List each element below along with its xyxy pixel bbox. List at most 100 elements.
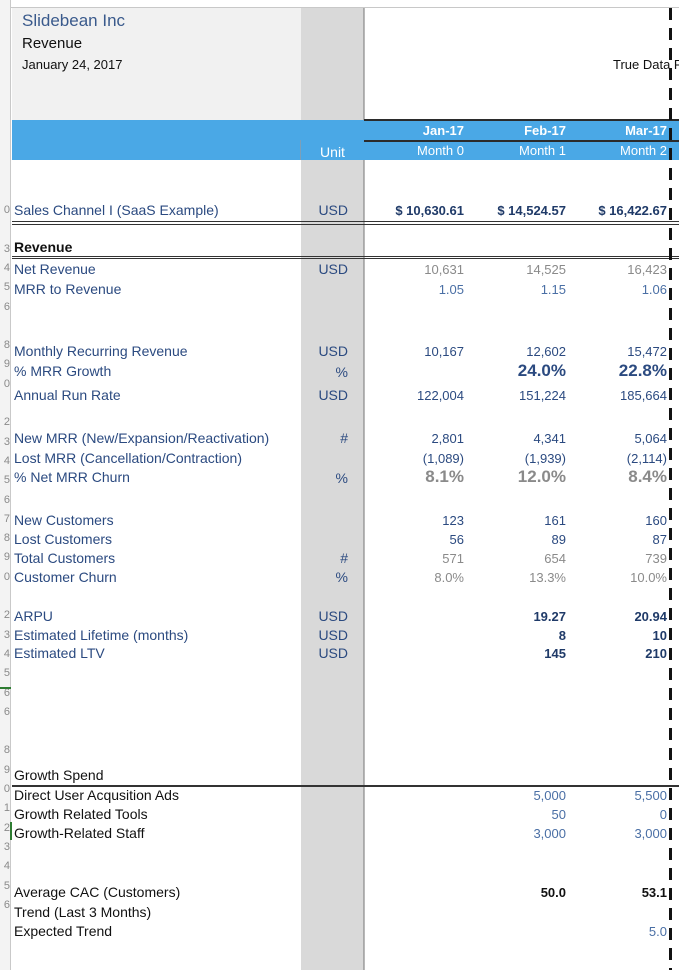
row-number[interactable]: 6 (0, 301, 10, 313)
total-customers-unit[interactable]: # (301, 550, 364, 566)
sales-channel-value[interactable]: $ 10,630.61 (364, 203, 464, 218)
tools-label[interactable]: Growth Related Tools (14, 806, 148, 822)
row-number[interactable]: 4 (0, 648, 10, 660)
row-number[interactable]: 7 (0, 513, 10, 525)
new-mrr-value[interactable]: 2,801 (364, 431, 464, 446)
arr-value[interactable]: 122,004 (364, 388, 464, 403)
staff-value[interactable]: 3,000 (567, 826, 667, 841)
lifetime-value[interactable]: 10 (567, 628, 667, 643)
sales-channel-label[interactable]: Sales Channel I (SaaS Example) (14, 202, 219, 218)
lost-customers-value[interactable]: 56 (364, 532, 464, 547)
row-number[interactable]: 9 (0, 764, 10, 776)
mrr-growth-value[interactable]: 22.8% (567, 361, 667, 381)
arr-label[interactable]: Annual Run Rate (14, 387, 121, 403)
lost-customers-value[interactable]: 87 (567, 532, 667, 547)
net-revenue-value[interactable]: 10,631 (364, 262, 464, 277)
row-number[interactable]: 8 (0, 339, 10, 351)
staff-value[interactable]: 3,000 (466, 826, 566, 841)
arr-unit[interactable]: USD (301, 387, 364, 403)
row-number[interactable]: 5 (0, 880, 10, 892)
ltv-label[interactable]: Estimated LTV (14, 645, 105, 661)
net-mrr-churn-value[interactable]: 8.1% (364, 467, 464, 487)
tools-value[interactable]: 50 (466, 807, 566, 822)
row-number[interactable]: 8 (0, 744, 10, 756)
growth-spend-label[interactable]: Growth Spend (14, 767, 104, 783)
customer-churn-value[interactable]: 13.3% (466, 570, 566, 585)
row-number[interactable]: 0 (0, 204, 10, 216)
lifetime-label[interactable]: Estimated Lifetime (months) (14, 627, 188, 643)
ltv-value[interactable]: 210 (567, 646, 667, 661)
net-mrr-churn-label[interactable]: % Net MRR Churn (14, 469, 130, 485)
tools-value[interactable]: 0 (567, 807, 667, 822)
mrr-to-revenue-value[interactable]: 1.15 (466, 282, 566, 297)
net-mrr-churn-value[interactable]: 12.0% (466, 467, 566, 487)
mrr-value[interactable]: 10,167 (364, 344, 464, 359)
mrr-growth-label[interactable]: % MRR Growth (14, 363, 111, 379)
month-index-header[interactable]: Month 0 (364, 143, 464, 158)
arpu-value[interactable]: 19.27 (466, 609, 566, 624)
mrr-to-revenue-label[interactable]: MRR to Revenue (14, 281, 121, 297)
unit-header[interactable]: Unit (301, 144, 364, 160)
lost-mrr-value[interactable]: (1,939) (466, 451, 566, 466)
customer-churn-unit[interactable]: % (301, 569, 364, 585)
company-name[interactable]: Slidebean Inc (22, 11, 125, 31)
customer-churn-value[interactable]: 10.0% (567, 570, 667, 585)
lost-customers-value[interactable]: 89 (466, 532, 566, 547)
arr-value[interactable]: 151,224 (466, 388, 566, 403)
ads-label[interactable]: Direct User Acqusition Ads (14, 787, 179, 803)
total-customers-value[interactable]: 739 (567, 551, 667, 566)
ltv-unit[interactable]: USD (301, 645, 364, 661)
new-customers-value[interactable]: 161 (466, 513, 566, 528)
new-customers-value[interactable]: 123 (364, 513, 464, 528)
expected-trend-value[interactable]: 5.0 (567, 924, 667, 939)
new-mrr-value[interactable]: 5,064 (567, 431, 667, 446)
row-number[interactable]: 5 (0, 667, 10, 679)
expected-trend-label[interactable]: Expected Trend (14, 923, 112, 939)
net-revenue-value[interactable]: 14,525 (466, 262, 566, 277)
sales-channel-value[interactable]: $ 16,422.67 (567, 203, 667, 218)
row-number[interactable]: 4 (0, 455, 10, 467)
month-date-header[interactable]: Mar-17 (567, 123, 667, 138)
customer-churn-label[interactable]: Customer Churn (14, 569, 117, 585)
mrr-unit[interactable]: USD (301, 343, 364, 359)
arr-value[interactable]: 185,664 (567, 388, 667, 403)
staff-label[interactable]: Growth-Related Staff (14, 825, 144, 841)
row-number[interactable]: 2 (0, 822, 10, 834)
row-number[interactable]: 3 (0, 629, 10, 641)
row-number[interactable]: 6 (0, 706, 10, 718)
report-title[interactable]: Revenue (22, 35, 82, 52)
row-number[interactable]: 3 (0, 436, 10, 448)
lost-customers-label[interactable]: Lost Customers (14, 531, 112, 547)
total-customers-label[interactable]: Total Customers (14, 550, 115, 566)
row-number[interactable]: 3 (0, 243, 10, 255)
mrr-growth-unit[interactable]: % (301, 364, 364, 380)
row-number[interactable]: 8 (0, 532, 10, 544)
row-number[interactable]: 0 (0, 571, 10, 583)
new-mrr-value[interactable]: 4,341 (466, 431, 566, 446)
ads-value[interactable]: 5,500 (567, 788, 667, 803)
lost-mrr-value[interactable]: (1,089) (364, 451, 464, 466)
new-customers-label[interactable]: New Customers (14, 512, 114, 528)
report-date[interactable]: January 24, 2017 (22, 57, 122, 72)
row-number[interactable]: 9 (0, 358, 10, 370)
sales-channel-value[interactable]: $ 14,524.57 (466, 203, 566, 218)
sales-channel-unit[interactable]: USD (301, 202, 364, 218)
row-number[interactable]: 0 (0, 378, 10, 390)
mrr-growth-value[interactable]: 24.0% (466, 361, 566, 381)
ads-value[interactable]: 5,000 (466, 788, 566, 803)
month-date-header[interactable]: Jan-17 (364, 123, 464, 138)
cac-value[interactable]: 53.1 (567, 885, 667, 900)
net-revenue-unit[interactable]: USD (301, 261, 364, 277)
row-number[interactable]: 5 (0, 474, 10, 486)
mrr-label[interactable]: Monthly Recurring Revenue (14, 343, 188, 359)
month-date-header[interactable]: Feb-17 (466, 123, 566, 138)
ltv-value[interactable]: 145 (466, 646, 566, 661)
mrr-to-revenue-value[interactable]: 1.06 (567, 282, 667, 297)
new-mrr-unit[interactable]: # (301, 430, 364, 446)
trend-label[interactable]: Trend (Last 3 Months) (14, 904, 151, 920)
revenue-header-label[interactable]: Revenue (14, 239, 72, 255)
row-number[interactable]: 2 (0, 609, 10, 621)
cac-label[interactable]: Average CAC (Customers) (14, 884, 180, 900)
row-number[interactable]: 6 (0, 899, 10, 911)
new-mrr-label[interactable]: New MRR (New/Expansion/Reactivation) (14, 430, 269, 446)
